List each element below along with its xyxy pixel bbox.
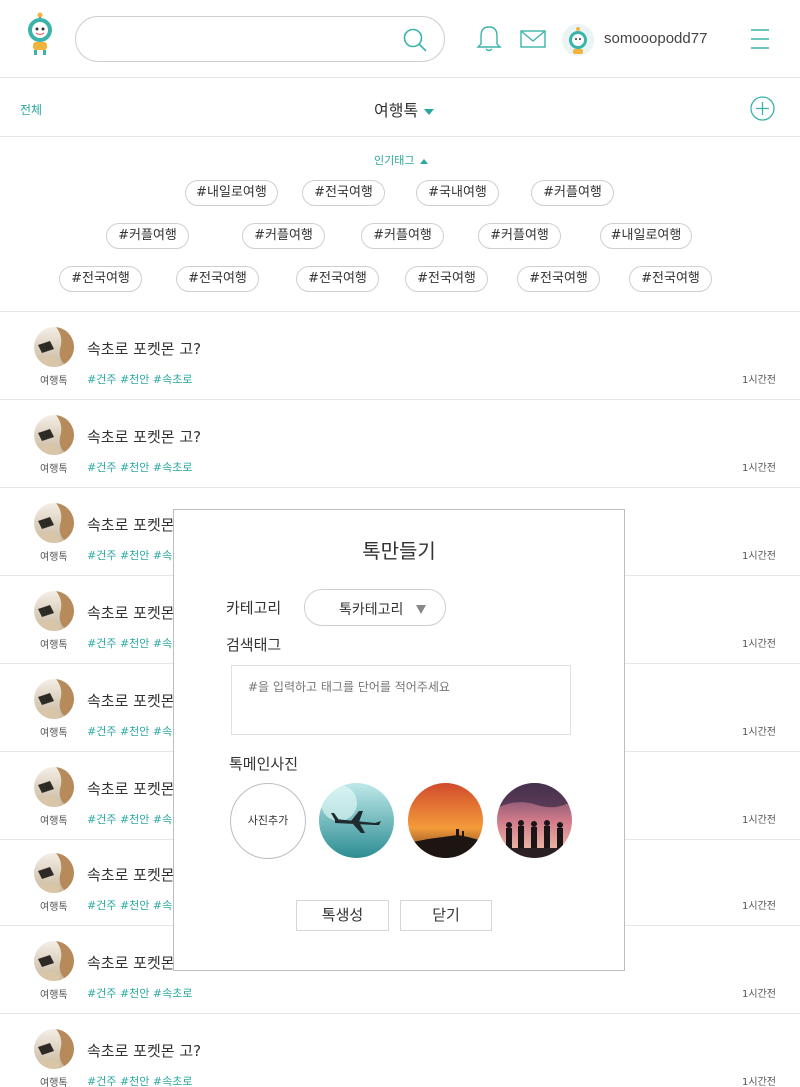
create-talk-button[interactable]: 톡생성: [296, 900, 389, 931]
mail-icon[interactable]: [520, 30, 546, 48]
post-category: 여행톡: [40, 728, 68, 739]
tag-chip[interactable]: #커플여행: [106, 223, 189, 249]
post-item[interactable]: 속초로 포켓몬 고? 여행톡 #건주 #천안 #속초로 1시간전: [0, 400, 800, 488]
tag-chip[interactable]: #커플여행: [242, 223, 325, 249]
bell-icon[interactable]: [476, 24, 502, 52]
tag-chip[interactable]: #전국여행: [296, 266, 379, 292]
search-input[interactable]: [75, 16, 445, 62]
tag-chip[interactable]: #국내여행: [416, 180, 499, 206]
post-category: 여행톡: [40, 640, 68, 651]
post-tags[interactable]: #건주 #천안 #속초로: [87, 459, 192, 475]
category-select-value: 톡카테고리: [339, 602, 404, 618]
category-bar: 전체 여행톡: [0, 79, 800, 137]
post-avatar: [34, 853, 74, 893]
tag-chip[interactable]: #전국여행: [176, 266, 259, 292]
username[interactable]: somooopodd77: [604, 30, 707, 47]
popular-tags-toggle[interactable]: 인기태그: [374, 152, 429, 168]
post-time: 1시간전: [742, 639, 776, 650]
post-category: 여행톡: [40, 902, 68, 913]
post-tags[interactable]: #건주 #천안 #속초로: [87, 1073, 192, 1087]
photo-option-airplane[interactable]: [319, 783, 394, 858]
post-avatar: [34, 503, 74, 543]
tag-chip[interactable]: #커플여행: [478, 223, 561, 249]
post-time: 1시간전: [742, 727, 776, 738]
post-time: 1시간전: [742, 1077, 776, 1087]
menu-icon[interactable]: [750, 28, 770, 50]
post-time: 1시간전: [742, 815, 776, 826]
category-select[interactable]: 톡카테고리: [304, 589, 446, 626]
category-label: 카테고리: [226, 599, 282, 617]
post-tags[interactable]: #건주 #천안 #속초로: [87, 371, 192, 387]
all-link[interactable]: 전체: [20, 101, 42, 118]
tag-chip[interactable]: #전국여행: [629, 266, 712, 292]
user-mascot-icon: [569, 27, 587, 54]
logo-mascot-icon[interactable]: [24, 12, 56, 56]
category-dropdown[interactable]: 여행톡: [374, 97, 435, 121]
post-avatar: [34, 679, 74, 719]
post-title[interactable]: 속초로 포켓몬 고?: [87, 1040, 201, 1061]
post-category: 여행톡: [40, 464, 68, 475]
post-time: 1시간전: [742, 375, 776, 386]
post-item[interactable]: 속초로 포켓몬 고? 여행톡 #건주 #천안 #속초로 1시간전: [0, 1014, 800, 1087]
post-title[interactable]: 속초로 포켓몬 고?: [87, 426, 201, 447]
top-header: somooopodd77: [0, 0, 800, 78]
post-avatar: [34, 415, 74, 455]
post-time: 1시간전: [742, 463, 776, 474]
post-category: 여행톡: [40, 552, 68, 563]
avatar[interactable]: [562, 24, 594, 56]
post-item[interactable]: 속초로 포켓몬 고? 여행톡 #건주 #천안 #속초로 1시간전: [0, 312, 800, 400]
post-category: 여행톡: [40, 1078, 68, 1087]
post-time: 1시간전: [742, 901, 776, 912]
post-title[interactable]: 속초로 포켓몬 고?: [87, 338, 201, 359]
tag-chip[interactable]: #커플여행: [531, 180, 614, 206]
post-time: 1시간전: [742, 989, 776, 1000]
post-avatar: [34, 327, 74, 367]
tag-chip[interactable]: #커플여행: [361, 223, 444, 249]
modal-title: 톡만들기: [362, 539, 436, 563]
post-category: 여행톡: [40, 816, 68, 827]
post-time: 1시간전: [742, 551, 776, 562]
tag-chip[interactable]: #전국여행: [517, 266, 600, 292]
tag-chip[interactable]: #내일로여행: [185, 180, 278, 206]
post-tags[interactable]: #건주 #천안 #속초로: [87, 985, 192, 1001]
post-avatar: [34, 941, 74, 981]
post-category: 여행톡: [40, 376, 68, 387]
create-talk-modal: 톡만들기 카테고리 톡카테고리 검색태그 톡메인사진 사진추가 톡생성: [173, 509, 625, 971]
tag-chip[interactable]: #전국여행: [405, 266, 488, 292]
post-avatar: [34, 591, 74, 631]
chevron-down-icon: [416, 605, 426, 614]
category-label: 여행톡: [374, 101, 419, 120]
tag-chip[interactable]: #전국여행: [302, 180, 385, 206]
search-tag-input[interactable]: [231, 665, 571, 735]
tag-chip[interactable]: #전국여행: [59, 266, 142, 292]
close-button[interactable]: 닫기: [400, 900, 492, 931]
caret-down-icon: [424, 108, 435, 115]
popular-tags-title: 인기태그: [374, 154, 415, 167]
caret-up-icon: [420, 158, 429, 164]
photo-option-sunset[interactable]: [408, 783, 483, 858]
search-icon[interactable]: [402, 27, 428, 53]
photo-option-group[interactable]: [497, 783, 572, 858]
main-photo-label: 톡메인사진: [229, 755, 299, 773]
post-avatar: [34, 767, 74, 807]
tag-chip[interactable]: #내일로여행: [600, 223, 692, 249]
search-tag-label: 검색태그: [226, 636, 282, 654]
post-avatar: [34, 1029, 74, 1069]
post-category: 여행톡: [40, 990, 68, 1001]
add-circle-icon[interactable]: [750, 96, 775, 121]
add-photo-button[interactable]: 사진추가: [230, 783, 306, 859]
